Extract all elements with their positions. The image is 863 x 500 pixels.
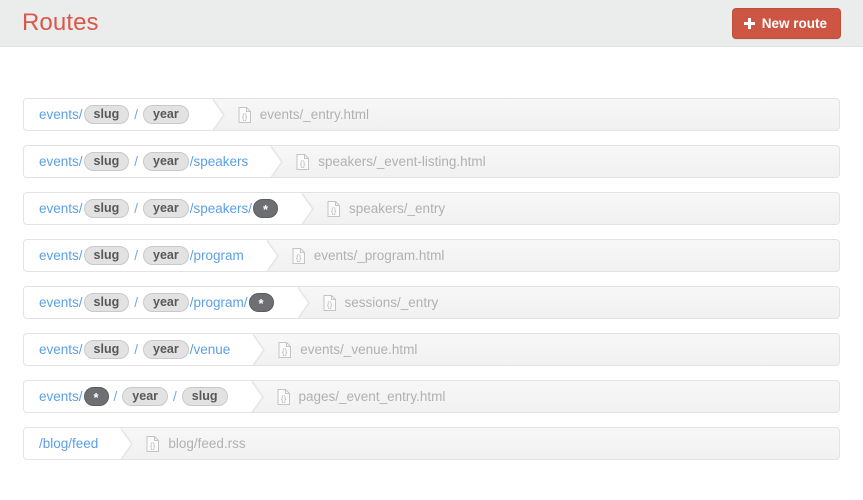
svg-text:{}: {} — [331, 206, 337, 215]
route-segment-text: events/ — [39, 153, 83, 169]
svg-text:{}: {} — [282, 347, 288, 356]
route-variable-token: slug — [83, 105, 130, 124]
route-separator: / — [134, 294, 138, 310]
route-pattern[interactable]: events/slug / year/program/ * — [24, 287, 310, 318]
route-pattern[interactable]: /blog/feed — [24, 428, 134, 459]
route-template-label: events/_venue.html — [300, 342, 418, 357]
route-wildcard-token[interactable]: * — [253, 199, 279, 218]
route-segment-text: /program — [189, 247, 244, 263]
route-row[interactable]: events/* / year / slug{} pages/_event_entry.h… — [23, 380, 840, 413]
route-row[interactable]: /blog/feed {} blog/feed.rss — [23, 427, 840, 460]
svg-text:{}: {} — [242, 112, 248, 121]
route-template: {} speakers/_event-listing.html — [270, 146, 839, 177]
route-pattern[interactable]: events/slug / year/speakers/ * — [24, 193, 315, 224]
route-variable-token: year — [122, 387, 169, 406]
route-row[interactable]: events/slug / year/venue {} events/_venue.ht… — [23, 333, 840, 366]
route-row[interactable]: events/slug / year/speakers/ * {} speakers/_e… — [23, 192, 840, 225]
route-template-label: pages/_event_entry.html — [298, 389, 446, 404]
route-template-label: speakers/_event-listing.html — [318, 154, 486, 169]
route-segment-text: events/ — [39, 106, 83, 122]
route-variable-token: year — [143, 340, 189, 359]
template-file-icon: {} — [323, 294, 336, 311]
route-variable-token: year — [143, 293, 189, 312]
route-segment-text: events/ — [39, 247, 83, 263]
route-variable-token: slug — [83, 293, 130, 312]
route-template-label: events/_entry.html — [259, 107, 370, 122]
asterisk-icon: * — [93, 390, 99, 405]
route-segment-text: events/ — [39, 341, 83, 357]
route-variable-token: year — [143, 105, 189, 124]
svg-text:{}: {} — [300, 159, 306, 168]
route-separator: / — [134, 200, 138, 216]
route-template: {} events/_venue.html — [252, 334, 839, 365]
route-template: {} pages/_event_entry.html — [251, 381, 840, 412]
template-file-icon: {} — [238, 106, 251, 123]
asterisk-icon: * — [258, 296, 264, 311]
route-separator: / — [113, 388, 118, 404]
route-template-label: sessions/_entry — [344, 295, 439, 310]
route-segment-text: /program/ — [189, 294, 248, 310]
route-pattern[interactable]: events/slug / year/venue — [24, 334, 266, 365]
svg-text:{}: {} — [326, 300, 332, 309]
route-template: {} events/_program.html — [266, 240, 839, 271]
route-separator: / — [134, 153, 138, 169]
routes-list: events/slug / year{} events/_entry.html even… — [0, 47, 863, 460]
template-file-icon: {} — [278, 341, 292, 358]
template-file-icon: {} — [277, 388, 290, 405]
route-wildcard-token[interactable]: * — [83, 387, 109, 406]
new-route-button[interactable]: New route — [731, 8, 841, 39]
route-separator: / — [134, 247, 138, 263]
route-variable-token: slug — [83, 246, 130, 265]
asterisk-icon: * — [262, 202, 269, 217]
route-segment-text: events/ — [39, 388, 83, 404]
route-variable-token: slug — [83, 152, 130, 171]
svg-text:{}: {} — [280, 394, 286, 403]
route-separator: / — [173, 388, 177, 404]
route-separator: / — [134, 106, 138, 122]
page-header: Routes New route — [0, 0, 863, 47]
page-title: Routes — [22, 9, 99, 36]
svg-text:{}: {} — [296, 253, 302, 262]
route-variable-token: slug — [83, 340, 130, 359]
route-segment-text: /speakers/ — [189, 200, 253, 216]
route-template: {} events/_entry.html — [212, 99, 839, 130]
route-pattern[interactable]: events/* / year / slug — [24, 381, 263, 412]
route-variable-token: slug — [83, 199, 130, 218]
route-row[interactable]: events/slug / year/program {} events/_progra… — [23, 239, 840, 272]
route-segment-text: /blog/feed — [39, 435, 99, 451]
route-segment-text: events/ — [39, 294, 83, 310]
route-pattern[interactable]: events/slug / year/program — [24, 240, 279, 271]
route-row[interactable]: events/slug / year/speakers {} speakers/_eve… — [23, 145, 840, 178]
svg-text:{}: {} — [150, 441, 156, 450]
template-file-icon: {} — [292, 247, 305, 264]
route-template-label: blog/feed.rss — [168, 436, 246, 451]
route-template: {} blog/feed.rss — [120, 428, 839, 459]
route-row[interactable]: events/slug / year {} events/_entry.html — [23, 98, 840, 131]
route-variable-token: year — [143, 199, 189, 218]
route-template-label: speakers/_entry — [349, 201, 446, 216]
template-file-icon: {} — [327, 200, 341, 217]
plus-icon — [743, 18, 755, 29]
route-segment-text: /speakers — [189, 153, 249, 169]
route-segment-text: events/ — [39, 200, 83, 216]
route-pattern[interactable]: events/slug / year — [24, 99, 225, 130]
route-template: {} speakers/_entry — [301, 193, 839, 224]
route-variable-token: slug — [181, 387, 228, 406]
route-template-label: events/_program.html — [313, 248, 445, 263]
route-variable-token: year — [143, 246, 189, 265]
route-variable-token: year — [143, 152, 189, 171]
route-pattern[interactable]: events/slug / year/speakers — [24, 146, 284, 177]
route-wildcard-token[interactable]: * — [248, 293, 274, 312]
new-route-button-label: New route — [761, 16, 827, 31]
route-row[interactable]: events/slug / year/program/ * {} sessions/_en… — [23, 286, 840, 319]
template-file-icon: {} — [296, 153, 310, 170]
route-separator: / — [134, 341, 138, 357]
route-template: {} sessions/_entry — [297, 287, 839, 318]
route-segment-text: /venue — [189, 341, 231, 357]
template-file-icon: {} — [146, 435, 160, 452]
